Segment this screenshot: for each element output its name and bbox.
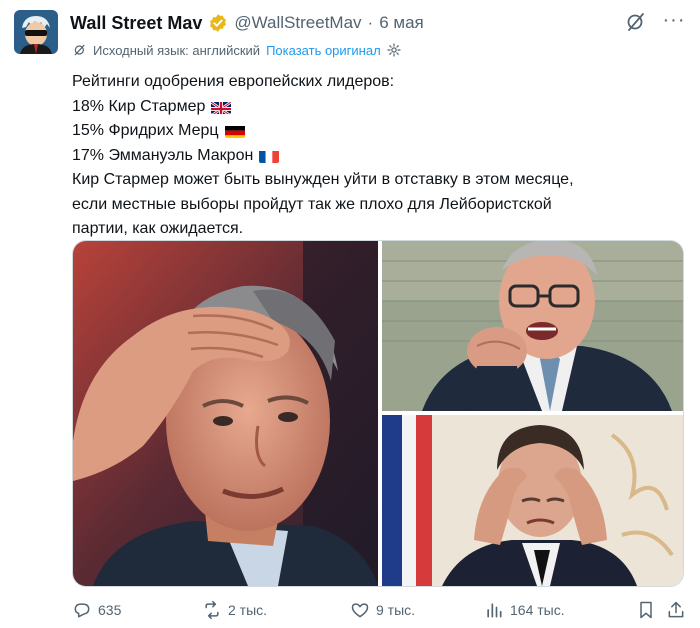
tweet-header: Wall Street Mav @WallStreetMav · 6 мая ·… <box>70 10 686 36</box>
rating-text: 15% Фридрих Мерц <box>72 122 219 139</box>
media-grid <box>72 240 684 587</box>
like-button[interactable]: 9 тыс. <box>350 600 415 620</box>
source-language-label: Исходный язык: английский <box>93 42 261 58</box>
photo-macron[interactable] <box>382 415 683 586</box>
verified-badge-icon <box>210 14 227 32</box>
retweet-count: 2 тыс. <box>228 602 268 618</box>
avatar[interactable] <box>14 10 58 54</box>
views-chart-icon <box>487 603 502 618</box>
share-button[interactable] <box>666 600 686 620</box>
tweet-body-line: если местные выборы пройдут так же плохо… <box>72 195 552 213</box>
like-count: 9 тыс. <box>376 602 416 618</box>
rating-text: 17% Эммануэль Макрон <box>72 146 254 164</box>
germany-flag-icon <box>224 124 245 139</box>
author-name[interactable]: Wall Street Mav <box>70 13 202 34</box>
rating-line: 15% Фридрих Мерц <box>72 119 592 144</box>
post-date[interactable]: 6 мая <box>379 13 424 33</box>
more-options-icon[interactable]: ··· <box>662 10 686 34</box>
bookmark-icon <box>640 601 652 619</box>
reply-button[interactable]: 635 <box>72 600 121 620</box>
photo-starmer[interactable] <box>73 241 378 586</box>
uk-flag-icon <box>211 100 232 114</box>
retweet-button[interactable]: 2 тыс. <box>202 600 267 620</box>
retweet-icon <box>205 600 219 620</box>
show-original-link[interactable]: Показать оригинал <box>266 43 381 58</box>
rating-line: 18% Кир Стармер <box>72 95 592 120</box>
photo-merz[interactable] <box>382 241 683 411</box>
rating-line: 17% Эммануэль Макрон <box>72 144 592 169</box>
tweet-text: Рейтинги одобрения европейских лидеров: … <box>72 70 592 242</box>
reply-count: 635 <box>98 602 122 618</box>
author-handle[interactable]: @WallStreetMav <box>234 13 361 33</box>
heart-icon <box>351 603 369 618</box>
views-count: 164 тыс. <box>510 602 565 618</box>
reply-icon <box>74 603 90 618</box>
tweet-heading: Рейтинги одобрения европейских лидеров: <box>72 73 395 90</box>
tweet-body-line: партии, как ожидается. <box>72 220 244 237</box>
france-flag-icon <box>259 149 280 163</box>
share-icon <box>668 601 684 618</box>
grok-icon[interactable] <box>624 10 648 34</box>
translate-icon <box>74 44 85 56</box>
views-button[interactable]: 164 тыс. <box>484 600 565 620</box>
bookmark-button[interactable] <box>636 600 656 620</box>
translation-bar: Исходный язык: английский Показать ориги… <box>72 42 402 58</box>
header-separator: · <box>367 13 374 32</box>
settings-gear-icon[interactable] <box>386 42 402 58</box>
action-bar: 635 2 тыс. 9 тыс. 164 тыс. <box>72 598 686 622</box>
rating-text: 18% Кир Стармер <box>72 97 206 115</box>
tweet-body-line: Кир Стармер может быть вынужден уйти в о… <box>72 171 574 188</box>
